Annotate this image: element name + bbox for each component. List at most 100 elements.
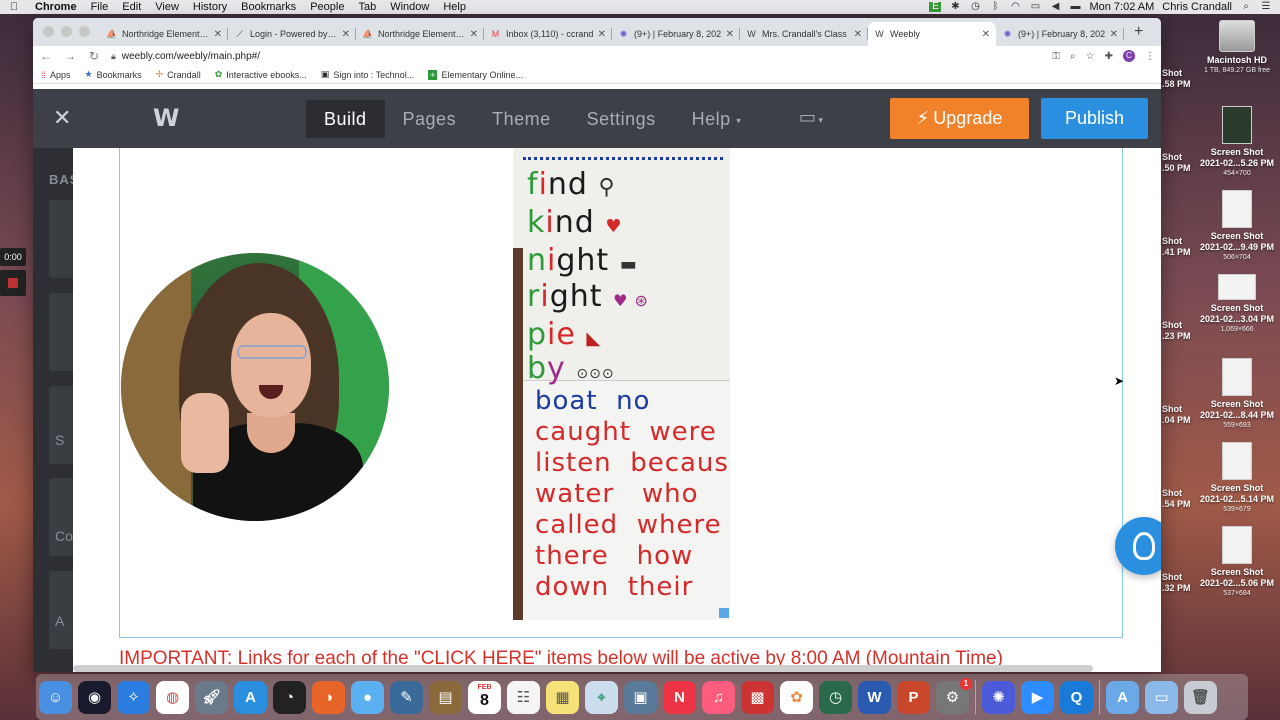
close-tab-icon[interactable]: ✕ [470, 29, 478, 40]
close-tab-icon[interactable]: ✕ [598, 29, 606, 40]
quicktime-icon[interactable]: Q [1060, 680, 1093, 714]
news-icon[interactable]: N [663, 680, 696, 714]
desktop-screenshot[interactable]: Screen Shot 2021-02...3.04 PM 1,069×666 [1192, 274, 1280, 334]
chrome-icon[interactable]: ◍ [156, 680, 189, 714]
more-menu-icon[interactable]: ⋮ [1145, 51, 1155, 62]
menu-file[interactable]: File [84, 1, 116, 13]
browser-tab[interactable]: M Inbox (3,110) - ccrand ✕ [484, 22, 612, 46]
word-icon[interactable]: W [858, 680, 891, 714]
bookmark-sign-into[interactable]: ▣ Sign into : Technol... [321, 69, 414, 80]
menu-tab[interactable]: Tab [351, 1, 383, 13]
forward-arrow-icon[interactable]: → [63, 49, 77, 63]
clock[interactable]: Mon 7:02 AM [1089, 1, 1154, 13]
desktop-screenshot[interactable]: Screen Shot 2021-02...5.06 PM 537×684 [1192, 526, 1280, 598]
notes-icon[interactable]: ▦ [546, 680, 579, 714]
zoom-icon[interactable]: ⌕ [1070, 51, 1076, 62]
panel-element-tile[interactable] [49, 200, 73, 278]
upgrade-button[interactable]: ⚡︎ Upgrade [890, 98, 1029, 139]
flower-app-icon[interactable]: ✺ [982, 680, 1015, 714]
maps-icon[interactable]: ⌖ [585, 680, 618, 714]
panel-element-tile[interactable] [49, 386, 73, 464]
menu-view[interactable]: View [148, 1, 186, 13]
panel-element-tile[interactable] [49, 571, 73, 649]
browser-tab[interactable]: ⛵ Northridge Elementary ✕ [356, 22, 484, 46]
menu-history[interactable]: History [186, 1, 234, 13]
new-tab-button[interactable]: + [1124, 23, 1153, 46]
time-machine-dock-icon[interactable]: ◷ [819, 680, 852, 714]
app-store-icon[interactable]: A [234, 680, 267, 714]
close-tab-icon[interactable]: ✕ [982, 29, 990, 40]
bookmark-star-icon[interactable]: ☆ [1086, 51, 1095, 62]
browser-tab-active[interactable]: W Weebly ✕ [868, 22, 996, 46]
powerpoint-icon[interactable]: P [897, 680, 930, 714]
menu-people[interactable]: People [303, 1, 351, 13]
apple-menu-icon[interactable]:  [0, 1, 28, 13]
spotlight-search-icon[interactable]: ⌕ [1240, 2, 1252, 12]
bookmark-apps[interactable]: ⁞⁞ Apps [41, 70, 71, 80]
reminders-icon[interactable]: ☷ [507, 680, 540, 714]
music-icon[interactable]: ♫ [702, 680, 735, 714]
close-tab-icon[interactable]: ✕ [1110, 29, 1118, 40]
menu-app-chrome[interactable]: Chrome [28, 1, 84, 13]
extensions-puzzle-icon[interactable]: ✚ [1105, 51, 1113, 62]
browser-tab[interactable]: ✺ (9+) | February 8, 202 ✕ [612, 22, 740, 46]
browser-tab[interactable]: ⟋ Login - Powered by Sk ✕ [228, 22, 356, 46]
teacher-video-image[interactable] [121, 253, 389, 521]
browser-tab[interactable]: ⛵ Northridge Elementary ✕ [100, 22, 228, 46]
user-name[interactable]: Chris Crandall [1162, 1, 1232, 13]
close-tab-icon[interactable]: ✕ [854, 29, 862, 40]
tab-build[interactable]: Build [306, 100, 385, 138]
menu-bookmarks[interactable]: Bookmarks [234, 1, 303, 13]
tab-pages[interactable]: Pages [385, 100, 475, 138]
close-tab-icon[interactable]: ✕ [342, 29, 350, 40]
photos-icon[interactable]: ✿ [780, 680, 813, 714]
minimize-window-button[interactable] [61, 26, 72, 37]
zoom-window-button[interactable] [79, 26, 90, 37]
publish-button[interactable]: Publish [1041, 98, 1148, 139]
siri-icon[interactable]: ◉ [78, 680, 111, 714]
lock-icon[interactable]: 🔒︎ [111, 51, 116, 62]
menu-edit[interactable]: Edit [115, 1, 148, 13]
trash-icon[interactable]: 🗑︎ [1184, 680, 1217, 714]
contacts-icon[interactable]: ▤ [429, 680, 462, 714]
close-window-button[interactable] [43, 26, 54, 37]
finder-icon[interactable]: ☺ [39, 680, 72, 714]
photo-theater-icon[interactable]: ▩ [741, 680, 774, 714]
menu-window[interactable]: Window [383, 1, 436, 13]
desktop-screenshot[interactable]: Screen Shot 2021-02...5.26 PM 454×700 [1192, 106, 1280, 178]
calendar-icon[interactable]: FEB 8 [468, 680, 501, 714]
battery-icon[interactable]: ▬ [1069, 2, 1081, 12]
tab-settings[interactable]: Settings [569, 100, 674, 138]
bookmark-elementary-online[interactable]: + Elementary Online... [428, 69, 523, 80]
bookmark-bookmarks[interactable]: ★ Bookmarks [85, 69, 142, 80]
close-editor-icon[interactable]: ✕ [53, 107, 71, 129]
desktop-screenshot[interactable]: Screen Shot 2021-02...5.14 PM 539×679 [1192, 442, 1280, 514]
wifi-icon[interactable]: ◠ [1009, 2, 1021, 12]
evernote-status-icon[interactable]: E [929, 2, 942, 12]
bookmark-interactive-ebooks[interactable]: ✿ Interactive ebooks... [215, 69, 307, 80]
system-preferences-icon[interactable]: ⚙ 1 [936, 677, 972, 714]
time-machine-icon[interactable]: ◷ [969, 2, 981, 12]
panel-element-tile[interactable] [49, 478, 73, 556]
airplay-icon[interactable]: ▭ [1029, 2, 1041, 12]
preview-icon[interactable]: ✎ [390, 680, 423, 714]
menu-help[interactable]: Help [436, 1, 473, 13]
tab-help[interactable]: Help ▾ [674, 100, 760, 138]
notification-center-icon[interactable]: ☰ [1260, 2, 1272, 12]
panel-element-tile[interactable] [49, 293, 73, 371]
volume-icon[interactable]: ◀ [1049, 2, 1061, 12]
page-canvas[interactable]: find ⚲ kind ♥ night ▬ right ♥ ⊛ pie ◣ by… [73, 148, 1161, 672]
image-resize-handle[interactable] [719, 608, 729, 618]
browser-tab[interactable]: W Mrs. Crandall's Class ✕ [740, 22, 868, 46]
desktop-macintosh-hd[interactable]: Macintosh HD 1 TB, 849.27 GB free [1192, 20, 1280, 75]
dashboard-icon[interactable]: ◔ [273, 680, 306, 714]
horizontal-scrollbar[interactable] [73, 665, 1093, 672]
downloads-folder-icon[interactable]: ▭ [1145, 680, 1178, 714]
url-field[interactable]: 🔒︎ weebly.com/weebly/main.php#/ [111, 47, 1042, 65]
gear-status-icon[interactable]: ✱ [949, 2, 961, 12]
safari-icon[interactable]: ✧ [117, 680, 150, 714]
photo-booth-icon[interactable]: ▣ [624, 680, 657, 714]
close-tab-icon[interactable]: ✕ [214, 29, 222, 40]
tab-theme[interactable]: Theme [474, 100, 569, 138]
messages-icon[interactable]: ● [351, 680, 384, 714]
